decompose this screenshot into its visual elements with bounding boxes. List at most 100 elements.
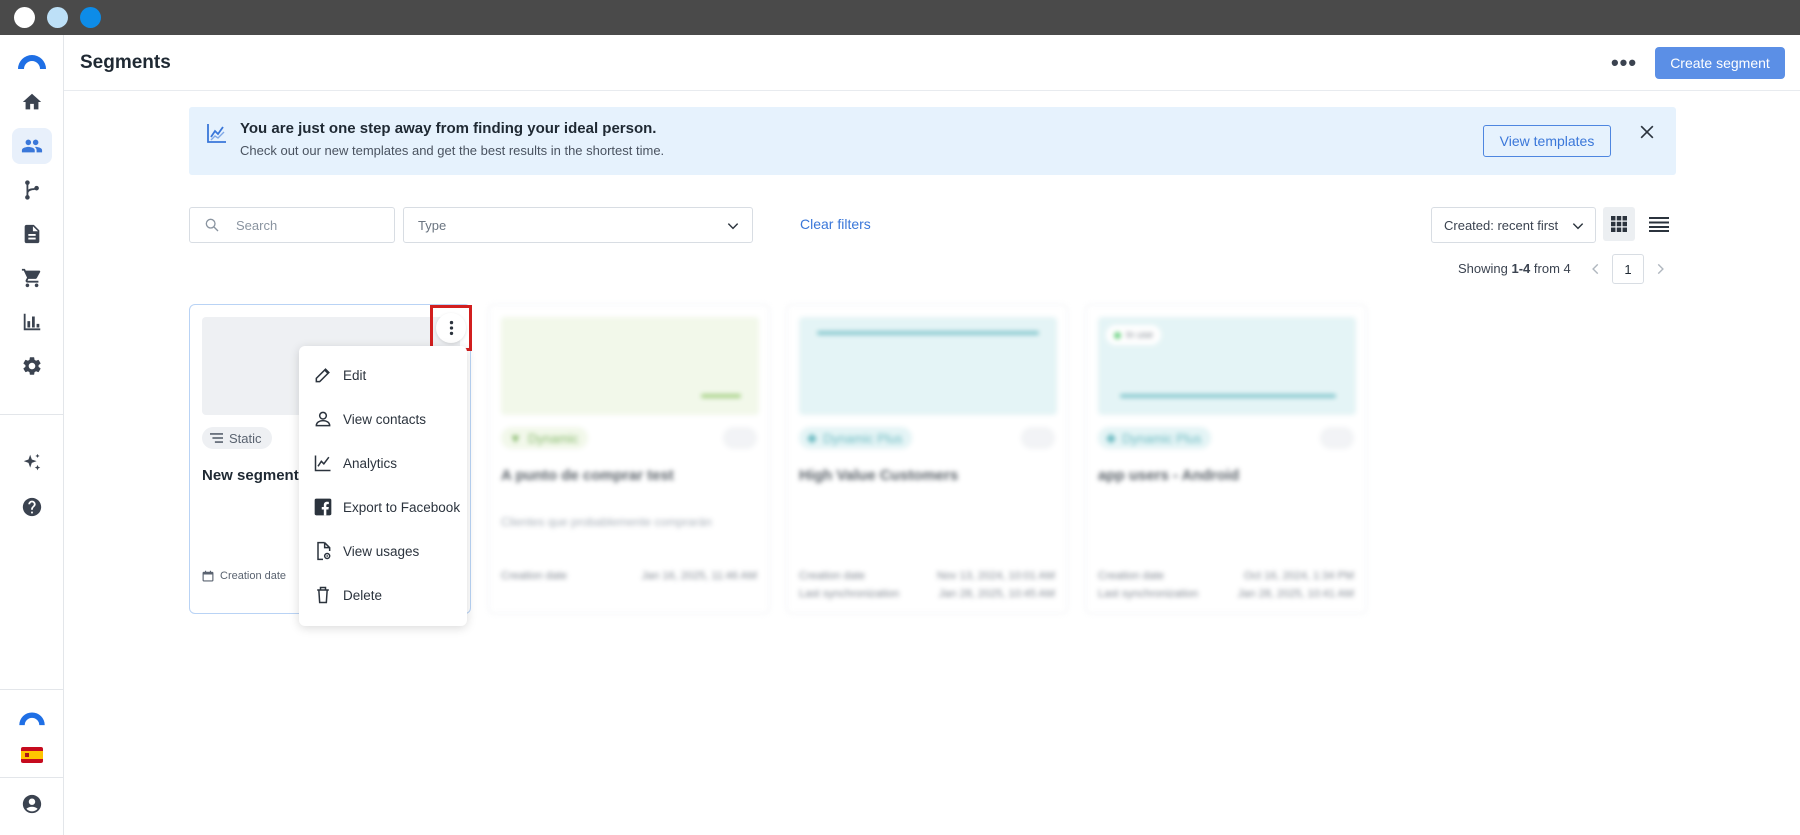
window-minimize-dot[interactable] (47, 7, 68, 28)
clear-filters-link[interactable]: Clear filters (800, 216, 871, 232)
window-titlebar (0, 0, 1800, 35)
users-icon[interactable] (12, 128, 52, 164)
card-user-count (1021, 427, 1055, 449)
filter-icon: ▼ (509, 430, 522, 446)
more-options-button[interactable]: ••• (1606, 45, 1642, 81)
card-options-button[interactable] (430, 305, 472, 351)
card-meta: Creation date (202, 570, 286, 582)
card-thumbnail (799, 317, 1057, 415)
card-badge-label: Static (229, 430, 262, 446)
previous-page-button[interactable] (1586, 258, 1606, 280)
card-meta-label: Creation date (220, 570, 287, 582)
menu-item-label: Export to Facebook (343, 499, 461, 515)
card-badge-label: Dynamic (527, 430, 579, 446)
search-placeholder: Search (236, 218, 278, 233)
sort-select[interactable]: Created: recent first (1431, 207, 1596, 243)
card-name[interactable]: app users - Android (1098, 467, 1239, 484)
card-date-sync: Jan 28, 2025, 10:41 AM (1237, 588, 1354, 600)
card-user-count (1320, 427, 1354, 449)
sidebar-divider (0, 777, 64, 778)
spain-flag-icon[interactable] (12, 737, 52, 773)
segment-card[interactable]: ▼ Dynamic A punto de comprar test Client… (488, 304, 770, 614)
static-icon (210, 433, 223, 443)
card-date: Jan 16, 2025, 11:46 AM (641, 570, 757, 582)
menu-item-label: Delete (343, 587, 383, 603)
home-icon[interactable] (12, 84, 52, 120)
pagination-suffix: from 4 (1530, 261, 1571, 276)
card-user-count (723, 427, 757, 449)
chevron-left-icon (1592, 263, 1599, 275)
more-vertical-icon (436, 313, 466, 343)
menu-item-view-usages[interactable]: View usages (299, 531, 467, 571)
card-name[interactable]: High Value Customers (799, 467, 958, 484)
list-icon (1649, 217, 1669, 232)
templates-banner: You are just one step away from finding … (189, 107, 1676, 175)
create-segment-button[interactable]: Create segment (1655, 47, 1785, 79)
menu-item-label: View contacts (343, 411, 427, 427)
type-select[interactable]: Type (403, 207, 753, 243)
account-icon[interactable] (12, 786, 52, 822)
list-view-button[interactable] (1643, 207, 1675, 241)
card-meta-label: Last synchronization (799, 588, 900, 600)
calendar-icon (202, 570, 214, 582)
chevron-down-icon (727, 223, 739, 230)
page-title: Segments (80, 52, 171, 73)
menu-item-label: Edit (343, 367, 367, 383)
search-icon (205, 218, 219, 232)
cart-icon[interactable] (12, 260, 52, 296)
view-templates-button[interactable]: View templates (1483, 125, 1611, 157)
gear-icon[interactable] (12, 348, 52, 384)
card-date: Oct 16, 2024, 1:34 PM (1243, 570, 1354, 582)
topbar: Segments ••• Create segment (64, 35, 1800, 91)
brand-logo-bottom[interactable] (12, 699, 52, 735)
segment-card[interactable]: In use ◆ Dynamic Plus app users - Androi… (1085, 304, 1367, 614)
card-meta-sync: Last synchronization (799, 588, 899, 600)
file-view-icon (317, 541, 331, 561)
close-icon[interactable] (1635, 120, 1659, 144)
card-thumbnail: In use (1098, 317, 1356, 415)
sidebar-divider (0, 689, 64, 690)
chevron-down-icon (1572, 223, 1584, 230)
analytics-icon (207, 124, 226, 143)
person-icon (315, 411, 331, 427)
page-number[interactable]: 1 (1612, 254, 1644, 284)
next-page-button[interactable] (1650, 258, 1670, 280)
card-description: Clientes que probablemente comprarán (501, 515, 712, 529)
facebook-icon (314, 498, 332, 516)
pagination-prefix: Showing (1458, 261, 1512, 276)
trash-icon (317, 586, 329, 604)
menu-item-view-contacts[interactable]: View contacts (299, 399, 467, 439)
document-icon[interactable] (12, 216, 52, 252)
menu-item-edit[interactable]: Edit (299, 355, 467, 395)
chart-icon[interactable] (12, 304, 52, 340)
menu-item-delete[interactable]: Delete (299, 575, 467, 615)
menu-item-analytics[interactable]: Analytics (299, 443, 467, 483)
filter-plus-icon: ◆ (1106, 430, 1116, 445)
segment-card[interactable]: ◆ Dynamic Plus High Value Customers Crea… (786, 304, 1068, 614)
sparkles-icon[interactable] (12, 445, 52, 481)
banner-subtitle: Check out our new templates and get the … (240, 143, 665, 158)
card-badge-label: Dynamic Plus (1122, 430, 1202, 446)
analytics-icon (314, 455, 331, 472)
pencil-icon (315, 368, 330, 383)
dynamic-badge: ▼ Dynamic (501, 427, 589, 449)
help-icon[interactable] (12, 489, 52, 525)
card-name[interactable]: A punto de comprar test (501, 467, 674, 484)
grid-view-button[interactable] (1603, 207, 1635, 241)
card-context-menu: Edit View contacts Analytics Export to F… (299, 346, 467, 626)
card-meta: Creation date (799, 570, 865, 582)
window-maximize-dot[interactable] (80, 7, 101, 28)
card-meta-sync: Last synchronization (1098, 588, 1198, 600)
card-meta-label: Creation date (799, 570, 866, 582)
filter-plus-icon: ◆ (807, 430, 817, 445)
pagination-summary: Showing 1-4 from 4 (1458, 261, 1571, 276)
card-meta: Creation date (501, 570, 567, 582)
in-use-tag: In use (1106, 325, 1162, 345)
window-close-dot[interactable] (14, 7, 35, 28)
search-input[interactable]: Search (189, 207, 395, 243)
menu-item-export-facebook[interactable]: Export to Facebook (299, 487, 467, 527)
card-meta-label: Last synchronization (1098, 588, 1199, 600)
flow-icon[interactable] (12, 172, 52, 208)
card-name[interactable]: New segment (202, 467, 299, 484)
brand-logo[interactable] (12, 42, 52, 78)
